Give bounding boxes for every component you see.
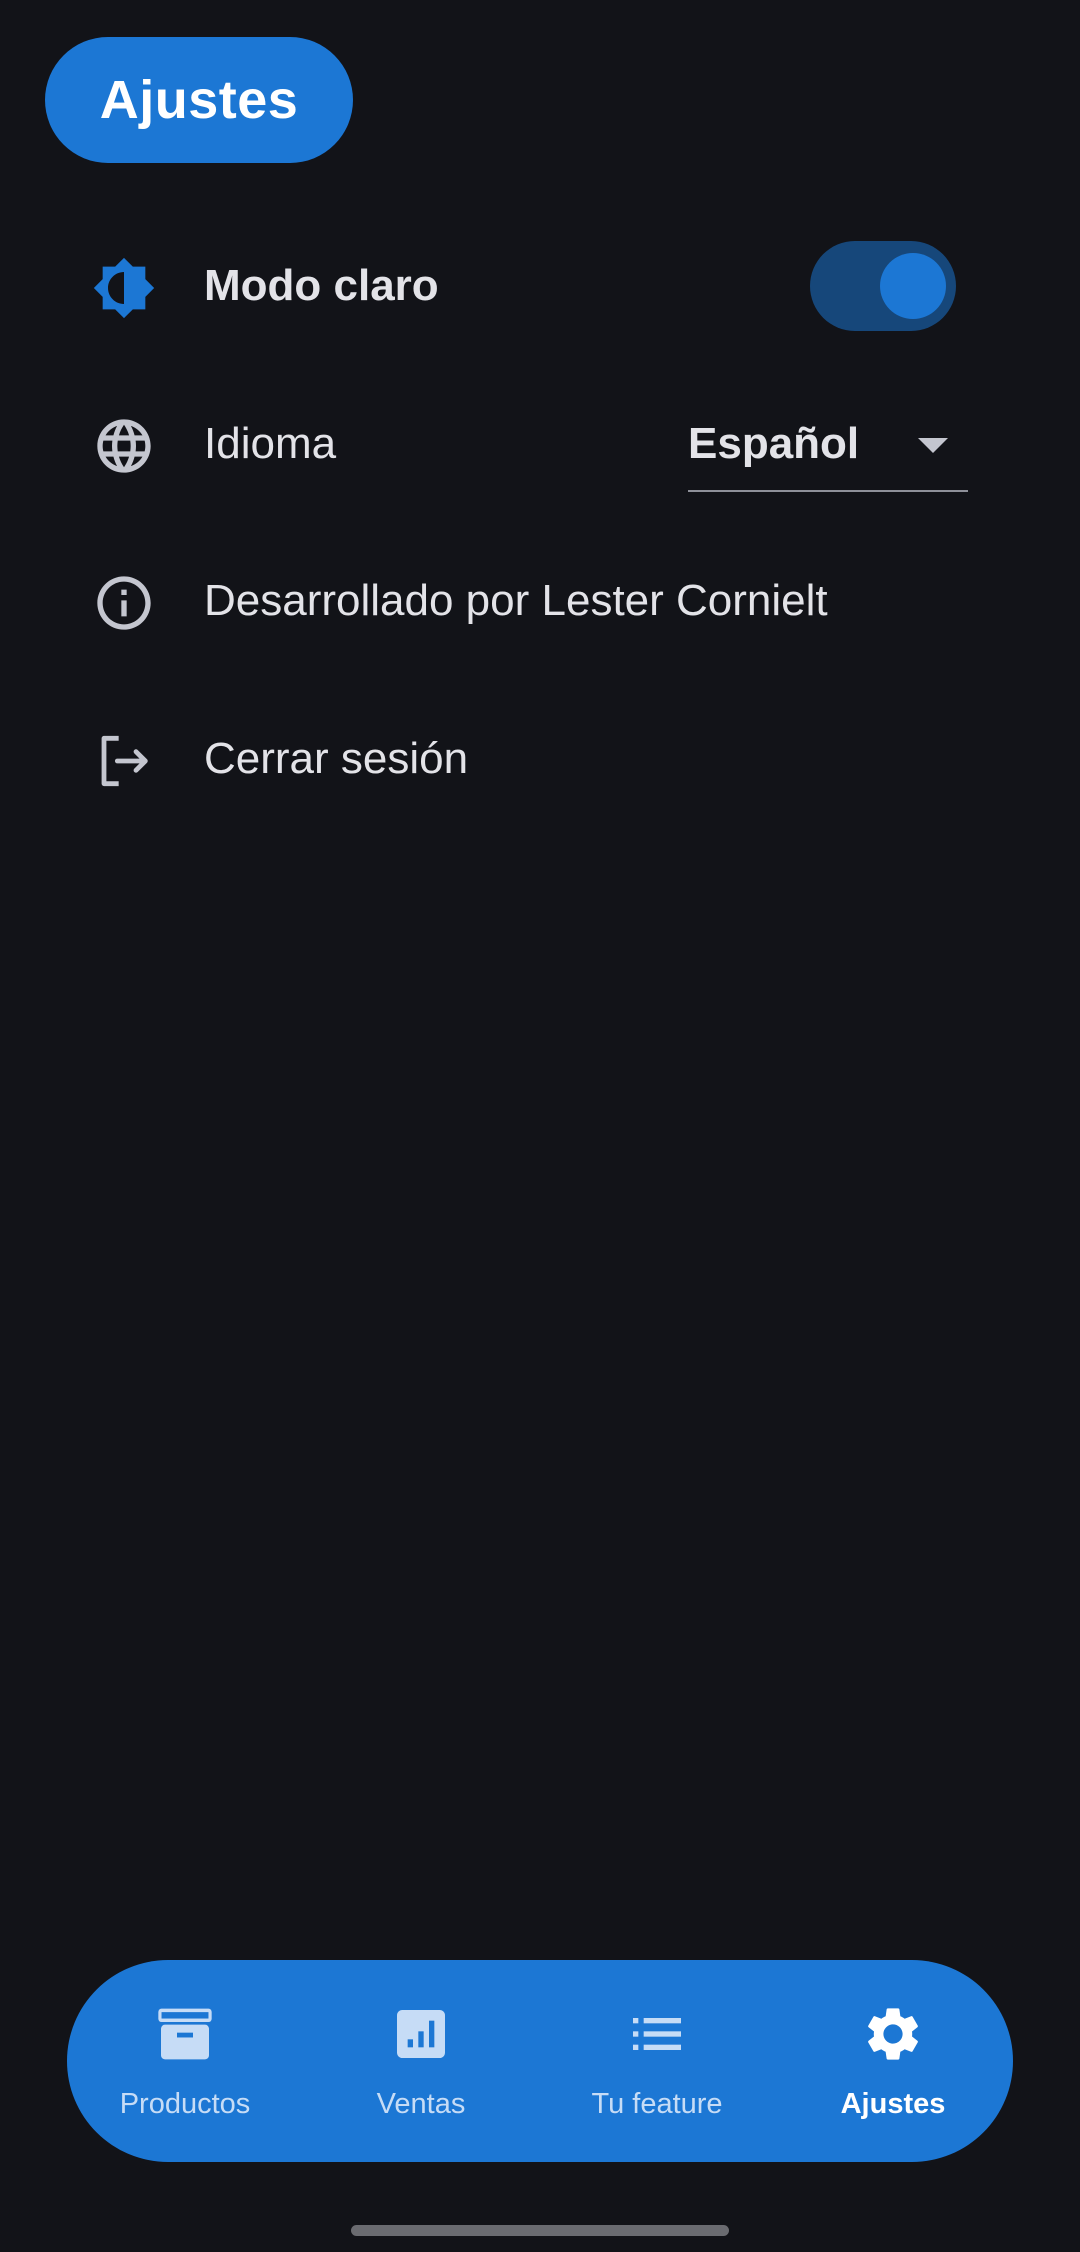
nav-label-ajustes: Ajustes — [840, 2088, 946, 2120]
nav-item-ventas[interactable]: Ventas — [303, 1960, 539, 2162]
setting-row-language: Idioma Español — [0, 384, 1080, 504]
logout-icon — [101, 735, 148, 787]
nav-label-tu-feature: Tu feature — [591, 2088, 723, 2120]
archive-icon — [158, 2008, 212, 2060]
info-icon — [97, 576, 151, 630]
globe-icon — [97, 419, 151, 473]
language-dropdown[interactable]: Español — [688, 398, 968, 492]
nav-item-ajustes[interactable]: Ajustes — [775, 1960, 1011, 2162]
nav-label-ventas: Ventas — [376, 2088, 466, 2120]
brightness-icon — [93, 257, 155, 319]
language-selected-value: Español — [688, 419, 860, 468]
bottom-navigation: Productos Ventas Tu feature Ajustes — [67, 1960, 1013, 2162]
dropdown-caret-icon — [918, 438, 948, 453]
home-indicator[interactable] — [351, 2225, 729, 2236]
about-label: Desarrollado por Lester Cornielt — [204, 576, 828, 625]
logout-label[interactable]: Cerrar sesión — [204, 699, 468, 819]
light-mode-switch[interactable] — [810, 241, 956, 331]
nav-label-productos: Productos — [119, 2088, 251, 2120]
setting-row-logout[interactable]: Cerrar sesión — [0, 699, 1080, 819]
nav-item-productos[interactable]: Productos — [67, 1960, 303, 2162]
switch-knob — [880, 253, 946, 319]
gear-icon — [868, 2008, 918, 2060]
nav-item-tu-feature[interactable]: Tu feature — [539, 1960, 775, 2162]
bar-chart-icon — [397, 2010, 445, 2058]
page-title: Ajustes — [45, 37, 353, 163]
theme-label: Modo claro — [204, 261, 439, 310]
language-label: Idioma — [204, 419, 337, 468]
setting-row-theme: Modo claro — [0, 226, 1080, 346]
setting-row-about: Desarrollado por Lester Cornielt — [0, 541, 1080, 661]
list-icon — [633, 2018, 681, 2050]
